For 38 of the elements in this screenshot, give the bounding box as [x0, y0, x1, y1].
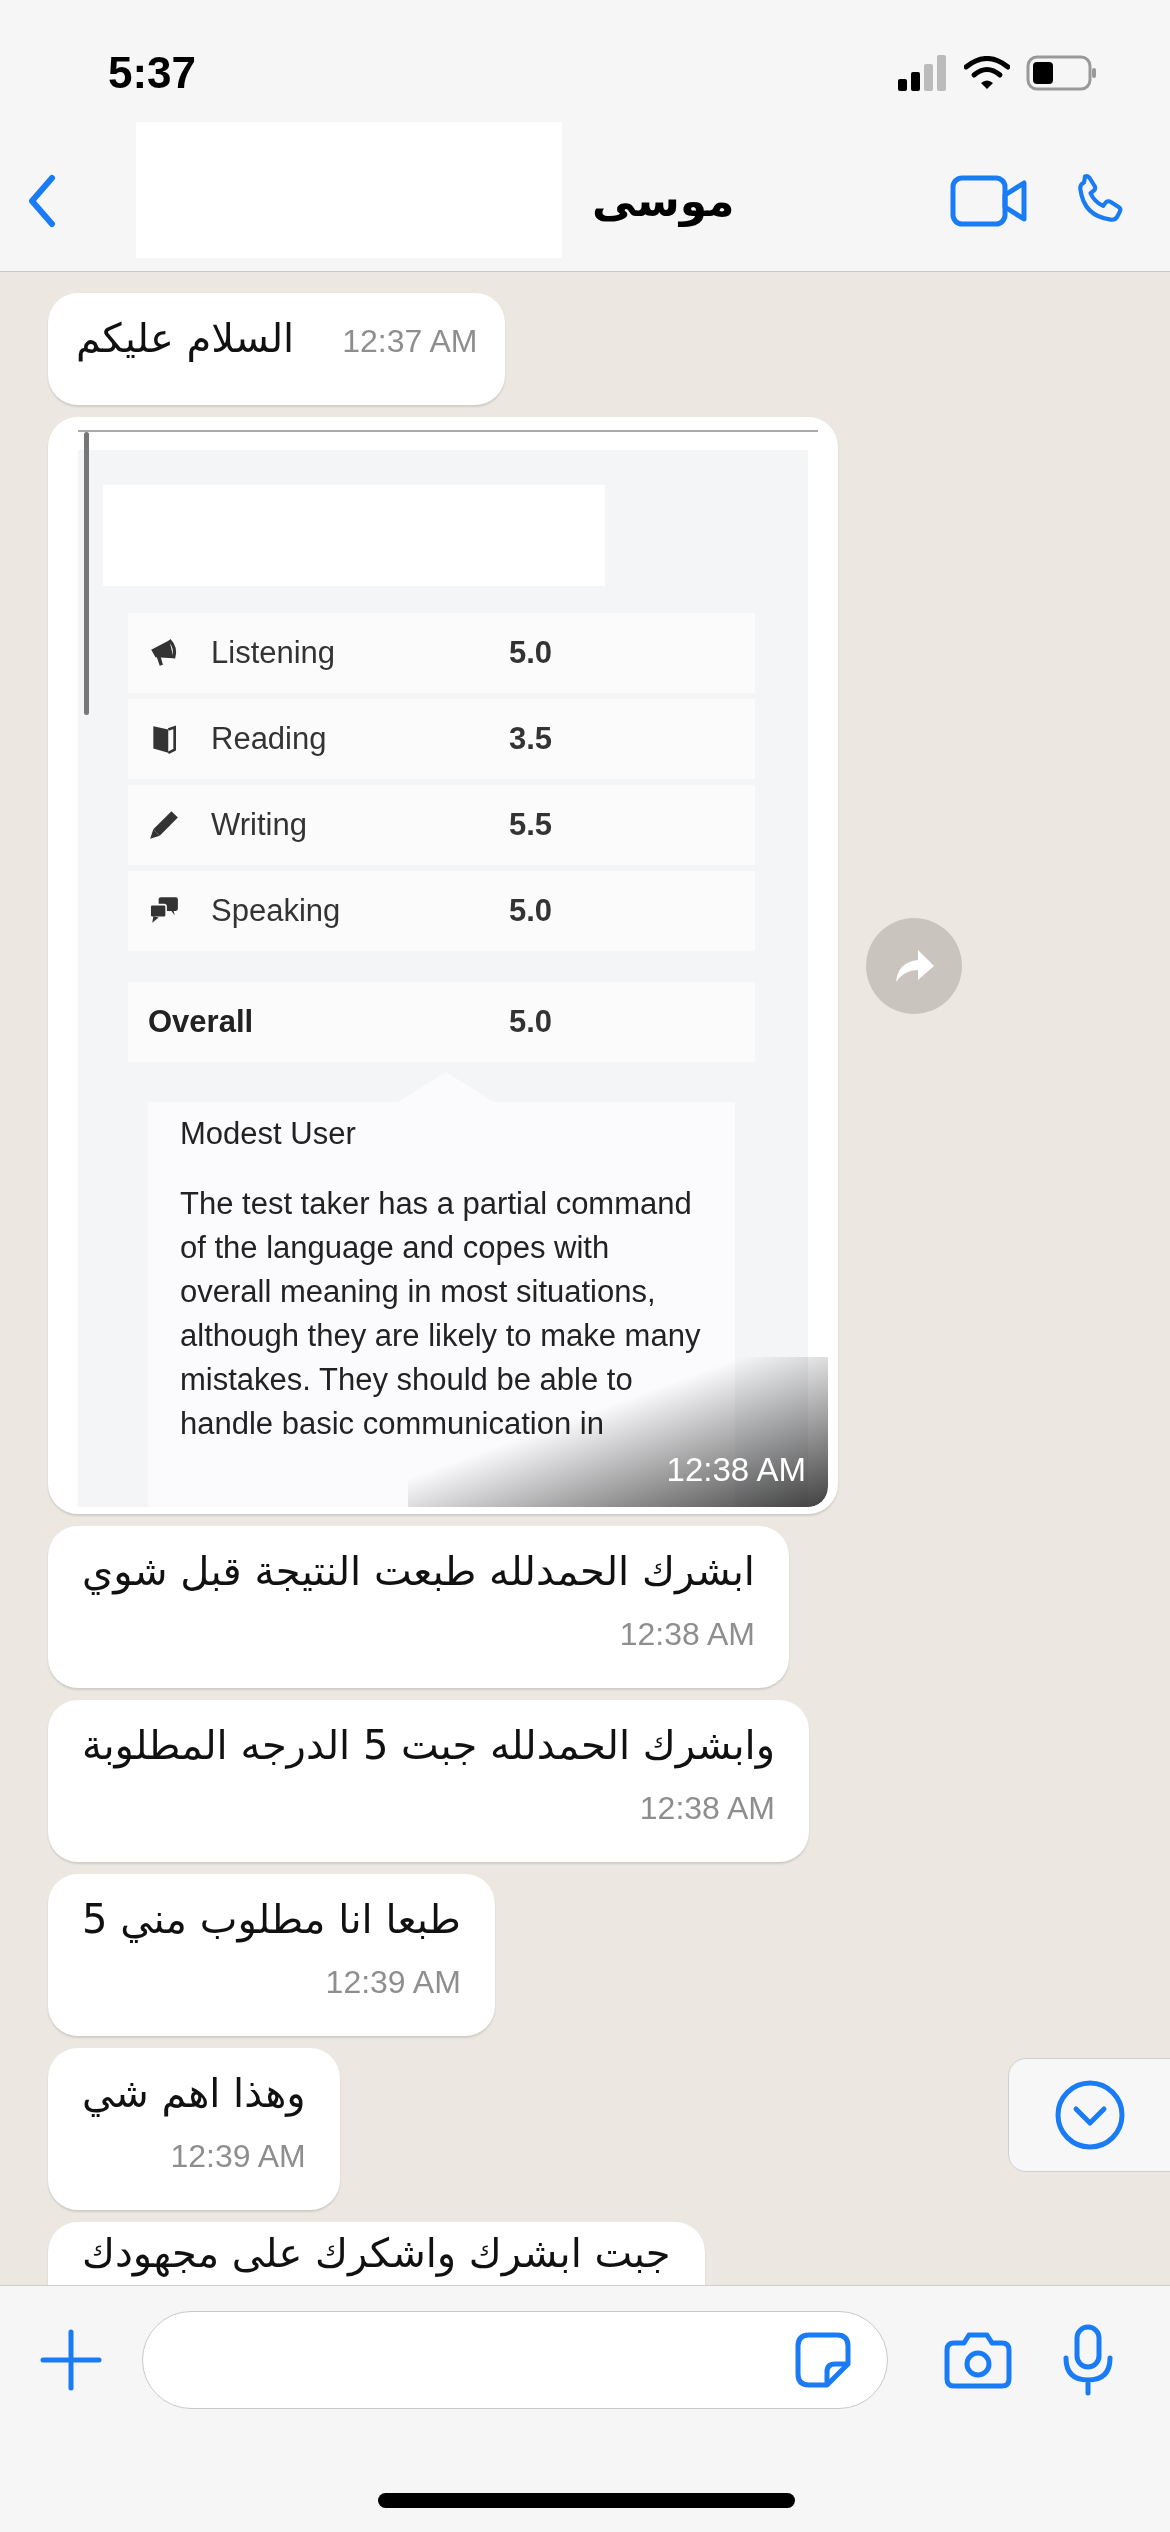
message-text: ابشرك الحمدلله طبعت النتيجة قبل شوي	[82, 1548, 755, 1594]
message-text: السلام عليكم	[76, 315, 295, 361]
skill-label: Reading	[211, 721, 328, 757]
wifi-icon	[964, 56, 1010, 90]
message-text: وهذا اهم شي	[82, 2070, 306, 2116]
message-time: 12:38 AM	[666, 1451, 806, 1489]
message-text: طبعا انا مطلوب مني 5	[82, 1896, 461, 1942]
score-value: 5.0	[509, 893, 553, 929]
score-value: 5.0	[509, 635, 553, 671]
contact-name[interactable]: موسى	[592, 175, 735, 226]
message-time: 12:39 AM	[170, 2138, 306, 2175]
sticker-icon[interactable]	[795, 2332, 851, 2388]
pencil-icon	[148, 809, 180, 841]
overall-label: Overall	[148, 1004, 255, 1040]
plus-icon[interactable]	[40, 2329, 102, 2391]
message-text: جبت ابشرك واشكرك على مجهودك	[82, 2230, 671, 2276]
score-value: 5.5	[509, 807, 553, 843]
scroll-down-button[interactable]	[1008, 2058, 1170, 2172]
message-time: 12:39 AM	[325, 1964, 461, 2001]
skill-label: Writing	[211, 807, 308, 843]
score-value: 3.5	[509, 721, 553, 757]
microphone-icon[interactable]	[1062, 2324, 1114, 2396]
skill-label: Listening	[211, 635, 337, 671]
status-time: 5:37	[108, 48, 197, 98]
chevron-down-icon	[1054, 2079, 1126, 2151]
message-time: 12:38 AM	[639, 1790, 775, 1827]
band-description: The test taker has a partial command of the language and copes with overall meaning in most situations, although they are likely to make many mistakes. They should be able to handle basic communication in	[180, 1185, 702, 1443]
band-title: Modest User	[180, 1116, 357, 1152]
skill-label: Speaking	[211, 893, 342, 929]
signal-icon	[898, 55, 948, 91]
message-time: 12:37 AM	[342, 323, 478, 360]
message-time: 12:38 AM	[619, 1616, 755, 1653]
camera-icon[interactable]	[944, 2331, 1012, 2389]
battery-icon	[1026, 55, 1098, 91]
video-call-icon[interactable]	[950, 174, 1028, 227]
message-text: وابشرك الحمدلله جبت 5 الدرجه المطلوبة	[82, 1722, 775, 1768]
score-value: 5.0	[509, 1004, 553, 1040]
back-icon[interactable]	[28, 173, 56, 228]
